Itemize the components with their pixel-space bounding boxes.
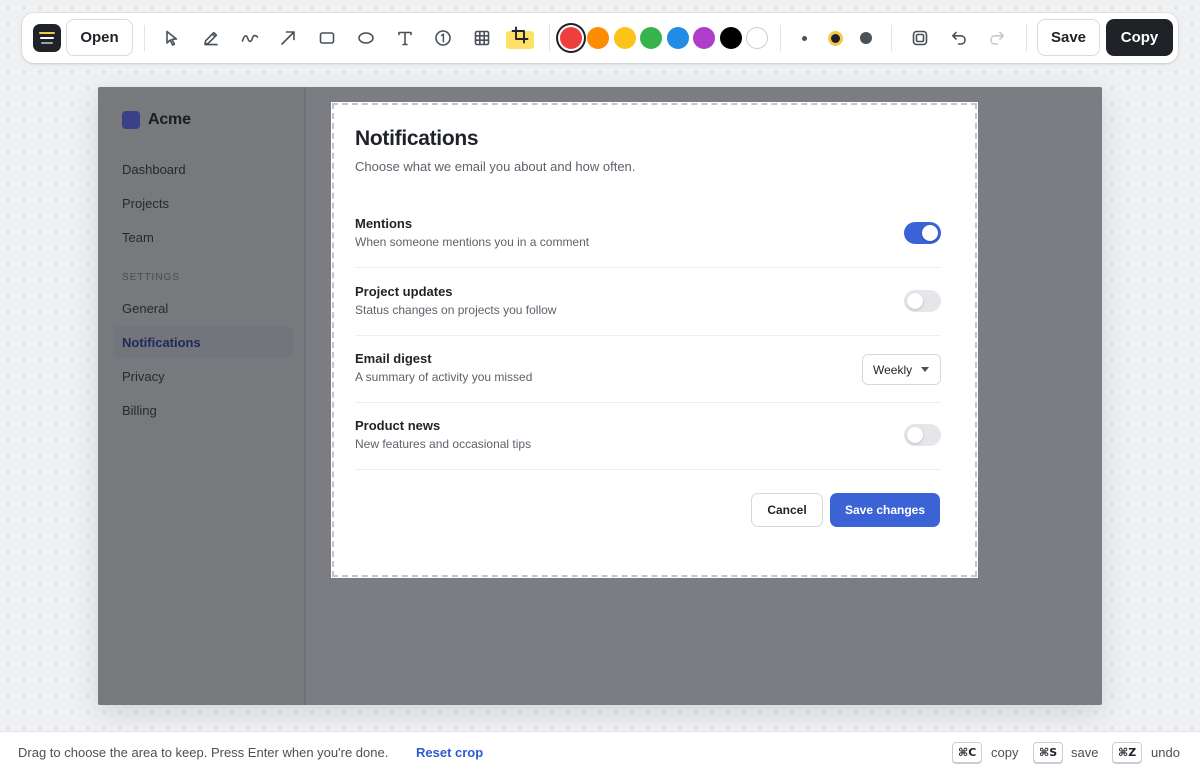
app-logo-icon <box>33 24 61 52</box>
pencil-icon <box>204 31 218 46</box>
setting-description: When someone mentions you in a comment <box>355 235 590 249</box>
freehand-tool-button[interactable] <box>234 22 266 54</box>
undo-shortcut-label: undo <box>1151 745 1180 760</box>
color-swatch-yellow[interactable] <box>614 27 636 49</box>
select-value: Weekly <box>873 362 913 377</box>
toolbar-divider <box>144 25 145 51</box>
mentions-toggle[interactable] <box>904 222 941 244</box>
sidebar-item-projects[interactable]: Projects <box>113 187 293 219</box>
setting-description: A summary of activity you missed <box>355 370 533 384</box>
color-swatch-orange[interactable] <box>587 27 609 49</box>
frame-button[interactable] <box>904 22 936 54</box>
numbered-circle-icon <box>435 30 451 46</box>
arrow-icon <box>281 31 295 45</box>
squiggle-icon <box>241 34 259 43</box>
redo-button[interactable] <box>981 22 1013 54</box>
toolbar-divider <box>891 25 892 51</box>
setting-label: Product news <box>355 418 441 433</box>
setting-row-product-news: Product news New features and occasional… <box>355 403 941 470</box>
email-digest-select[interactable]: Weekly <box>862 354 941 385</box>
setting-description: New features and occasional tips <box>355 437 532 451</box>
sidebar-section-heading: SETTINGS <box>122 272 181 283</box>
page-title: Notifications <box>355 127 479 150</box>
undo-button[interactable] <box>943 22 975 54</box>
grid-tool-button[interactable] <box>466 22 498 54</box>
copy-shortcut-label: copy <box>991 745 1019 760</box>
undo-icon <box>952 31 966 45</box>
color-swatch-red[interactable] <box>560 27 582 49</box>
app-sidebar: Acme Dashboard Projects Team SETTINGS Ge… <box>98 87 306 705</box>
crop-hint-text: Drag to choose the area to keep. Press E… <box>18 745 389 760</box>
arrow-tool-button[interactable] <box>272 22 304 54</box>
page-subtitle: Choose what we email you about and how o… <box>355 159 636 174</box>
sidebar-item-billing[interactable]: Billing <box>113 394 293 426</box>
toolbar-divider <box>780 25 781 51</box>
setting-label: Email digest <box>355 351 432 366</box>
setting-row-email-digest: Email digest A summary of activity you m… <box>355 336 941 403</box>
redo-icon <box>990 31 1004 45</box>
select-tool-button[interactable] <box>156 22 188 54</box>
sidebar-item-privacy[interactable]: Privacy <box>113 360 293 392</box>
save-shortcut-label: save <box>1071 745 1099 760</box>
project-updates-toggle[interactable] <box>904 290 941 312</box>
chevron-down-icon <box>921 367 929 372</box>
save-shortcut-key: ⌘S <box>1033 742 1064 763</box>
brand-name: Acme <box>148 111 191 128</box>
toolbar-divider <box>549 25 550 51</box>
status-bar: Drag to choose the area to keep. Press E… <box>0 731 1200 773</box>
sidebar-item-general[interactable]: General <box>113 292 293 324</box>
ellipse-icon <box>358 32 374 44</box>
crop-icon <box>511 26 529 44</box>
cancel-button[interactable]: Cancel <box>751 493 823 527</box>
save-button[interactable]: Save <box>1037 19 1100 56</box>
copy-button[interactable]: Copy <box>1106 19 1173 56</box>
pointer-icon <box>166 30 178 46</box>
setting-label: Project updates <box>355 284 453 299</box>
color-swatch-green[interactable] <box>640 27 662 49</box>
reset-crop-link[interactable]: Reset crop <box>416 745 483 760</box>
sidebar-item-dashboard[interactable]: Dashboard <box>113 153 293 185</box>
copy-shortcut-key: ⌘C <box>952 742 983 763</box>
color-swatch-blue[interactable] <box>667 27 689 49</box>
pen-tool-button[interactable] <box>195 22 227 54</box>
annotation-toolbar: Open Save Copy <box>22 13 1178 63</box>
brand: Acme <box>122 111 191 129</box>
grid-icon <box>474 30 490 46</box>
sidebar-item-team[interactable]: Team <box>113 221 293 253</box>
rectangle-tool-button[interactable] <box>311 22 343 54</box>
save-changes-button[interactable]: Save changes <box>830 493 940 527</box>
stroke-size-large[interactable] <box>860 32 872 44</box>
product-news-toggle[interactable] <box>904 424 941 446</box>
sidebar-item-notifications[interactable]: Notifications <box>113 326 293 358</box>
rectangle-icon <box>319 32 335 44</box>
toolbar-divider <box>1026 25 1027 51</box>
open-button[interactable]: Open <box>66 19 133 56</box>
text-tool-button[interactable] <box>389 22 421 54</box>
crop-selection[interactable]: Notifications Choose what we email you a… <box>331 102 978 578</box>
brand-logo-icon <box>122 111 140 129</box>
setting-description: Status changes on projects you follow <box>355 303 557 317</box>
stroke-size-medium[interactable] <box>831 34 840 43</box>
frame-icon <box>912 30 928 46</box>
color-swatch-purple[interactable] <box>693 27 715 49</box>
counter-tool-button[interactable] <box>427 22 459 54</box>
text-icon <box>398 31 412 46</box>
setting-row-mentions: Mentions When someone mentions you in a … <box>355 201 941 268</box>
undo-shortcut-key: ⌘Z <box>1112 742 1143 763</box>
setting-row-project-updates: Project updates Status changes on projec… <box>355 269 941 336</box>
crop-tool-button[interactable] <box>506 26 534 49</box>
stroke-size-small[interactable] <box>802 36 807 41</box>
color-swatch-black[interactable] <box>720 27 742 49</box>
color-swatch-white[interactable] <box>746 27 768 49</box>
setting-label: Mentions <box>355 216 413 231</box>
ellipse-tool-button[interactable] <box>350 22 382 54</box>
